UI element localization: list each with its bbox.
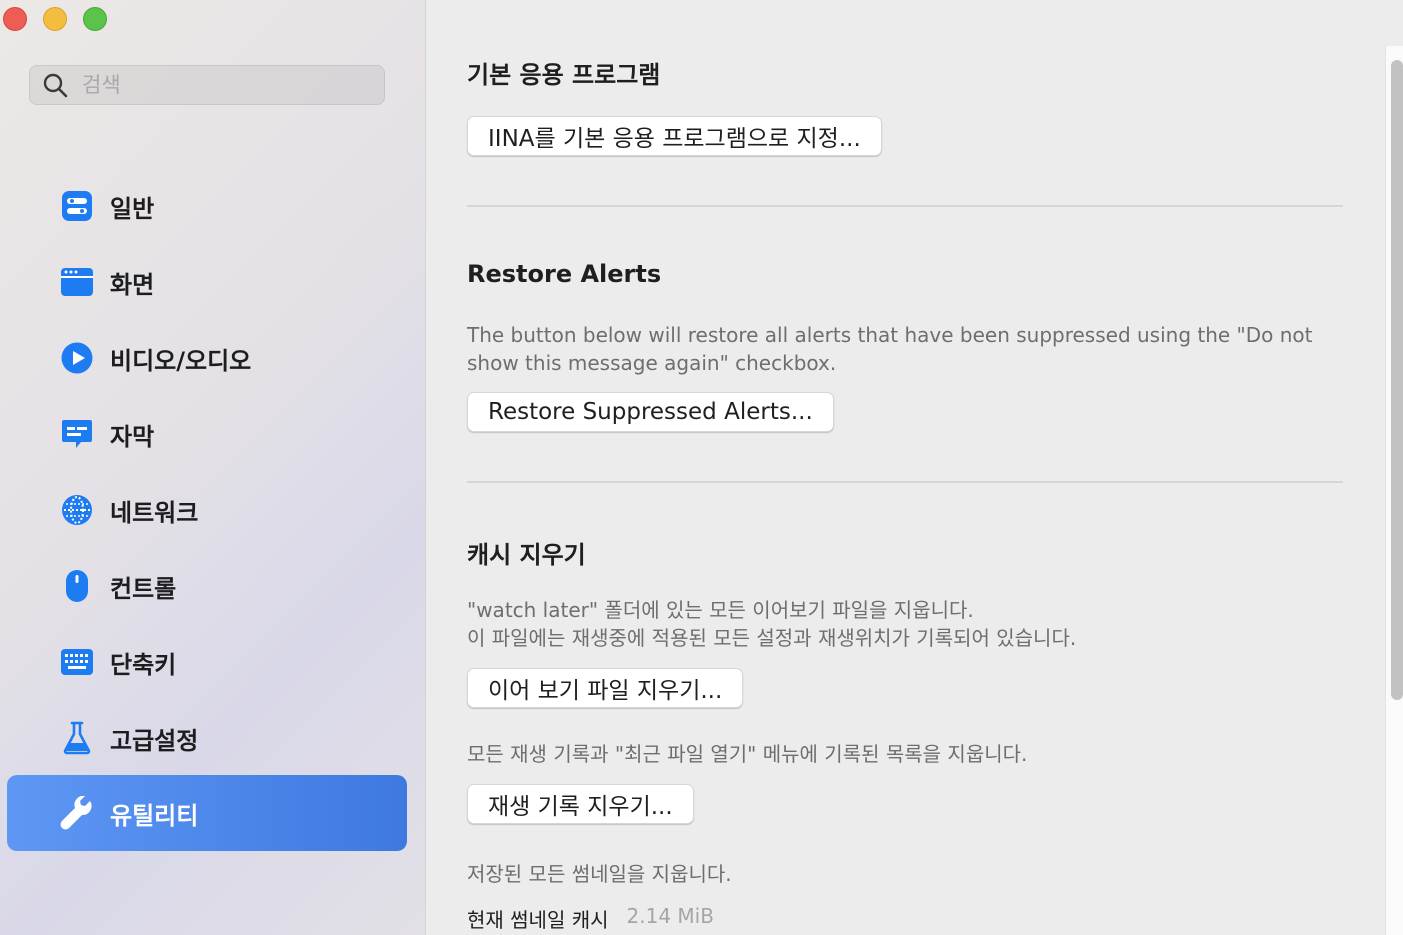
globe-icon xyxy=(60,493,94,527)
scrollbar-thumb[interactable] xyxy=(1391,60,1403,700)
restore-alerts-title: Restore Alerts xyxy=(467,260,662,288)
default-app-title: 기본 응용 프로그램 xyxy=(467,61,661,89)
thumbnail-cache-size: 2.14 MiB xyxy=(626,904,714,928)
minimize-window-button[interactable] xyxy=(43,7,67,31)
sidebar-item-utilities[interactable]: 유틸리티 xyxy=(7,775,407,851)
sidebar-item-label: 고급설정 xyxy=(110,726,199,755)
restore-suppressed-alerts-button[interactable]: Restore Suppressed Alerts... xyxy=(467,392,834,432)
history-description: 모든 재생 기록과 "최근 파일 열기" 메뉴에 기록된 목록을 지웁니다. xyxy=(467,742,1028,766)
sidebar-item-advanced[interactable]: 고급설정 xyxy=(7,700,407,776)
clear-cache-title: 캐시 지우기 xyxy=(467,541,586,569)
sidebar-item-video-audio[interactable]: 비디오/오디오 xyxy=(7,320,407,396)
search-box[interactable] xyxy=(29,65,385,105)
wrench-icon xyxy=(60,796,94,830)
window-icon xyxy=(60,265,94,299)
watch-later-description-line1: "watch later" 폴더에 있는 모든 이어보기 파일을 지웁니다. xyxy=(467,598,974,622)
flask-icon xyxy=(60,721,94,755)
sidebar-item-label: 일반 xyxy=(110,194,155,223)
sidebar-item-label: 네트워크 xyxy=(110,498,199,527)
keyboard-icon xyxy=(60,645,94,679)
thumbnail-cache-row: 현재 썸네일 캐시 2.14 MiB xyxy=(467,904,714,933)
search-icon xyxy=(43,73,68,98)
sidebar-item-label: 단축키 xyxy=(110,650,177,679)
sidebar-item-label: 화면 xyxy=(110,270,155,299)
sidebar-item-label: 유틸리티 xyxy=(110,801,199,830)
sidebar-item-label: 컨트롤 xyxy=(110,574,177,603)
mouse-icon xyxy=(60,569,94,603)
restore-alerts-description: The button below will restore all alerts… xyxy=(467,323,1313,375)
utilities-pane: 기본 응용 프로그램 IINA를 기본 응용 프로그램으로 지정... Rest… xyxy=(427,0,1385,935)
search-input[interactable] xyxy=(82,73,362,97)
play-icon xyxy=(60,341,94,375)
subtitle-icon xyxy=(60,417,94,451)
sidebar-item-network[interactable]: 네트워크 xyxy=(7,472,407,548)
watch-later-description-line2: 이 파일에는 재생중에 적용된 모든 설정과 재생위치가 기록되어 있습니다. xyxy=(467,626,1077,650)
sidebar-item-control[interactable]: 컨트롤 xyxy=(7,548,407,624)
sidebar-item-label: 비디오/오디오 xyxy=(110,346,252,375)
zoom-window-button[interactable] xyxy=(83,7,107,31)
sidebar-item-display[interactable]: 화면 xyxy=(7,244,407,320)
sidebar-item-subtitles[interactable]: 자막 xyxy=(7,396,407,472)
set-default-app-button[interactable]: IINA를 기본 응용 프로그램으로 지정... xyxy=(467,116,882,156)
thumbnail-description: 저장된 모든 썸네일을 지웁니다. xyxy=(467,862,732,886)
general-toggle-icon xyxy=(60,189,94,223)
clear-watch-later-button[interactable]: 이어 보기 파일 지우기... xyxy=(467,668,744,708)
sidebar-item-general[interactable]: 일반 xyxy=(7,168,407,244)
close-window-button[interactable] xyxy=(3,7,27,31)
clear-history-button[interactable]: 재생 기록 지우기... xyxy=(467,784,694,824)
section-divider xyxy=(467,205,1343,207)
sidebar-item-shortcuts[interactable]: 단축키 xyxy=(7,624,407,700)
sidebar-item-label: 자막 xyxy=(110,422,155,451)
sidebar: 일반 화면 비디오/오디오 xyxy=(0,0,426,935)
thumbnail-cache-label: 현재 썸네일 캐시 xyxy=(467,908,609,932)
section-divider xyxy=(467,481,1343,483)
